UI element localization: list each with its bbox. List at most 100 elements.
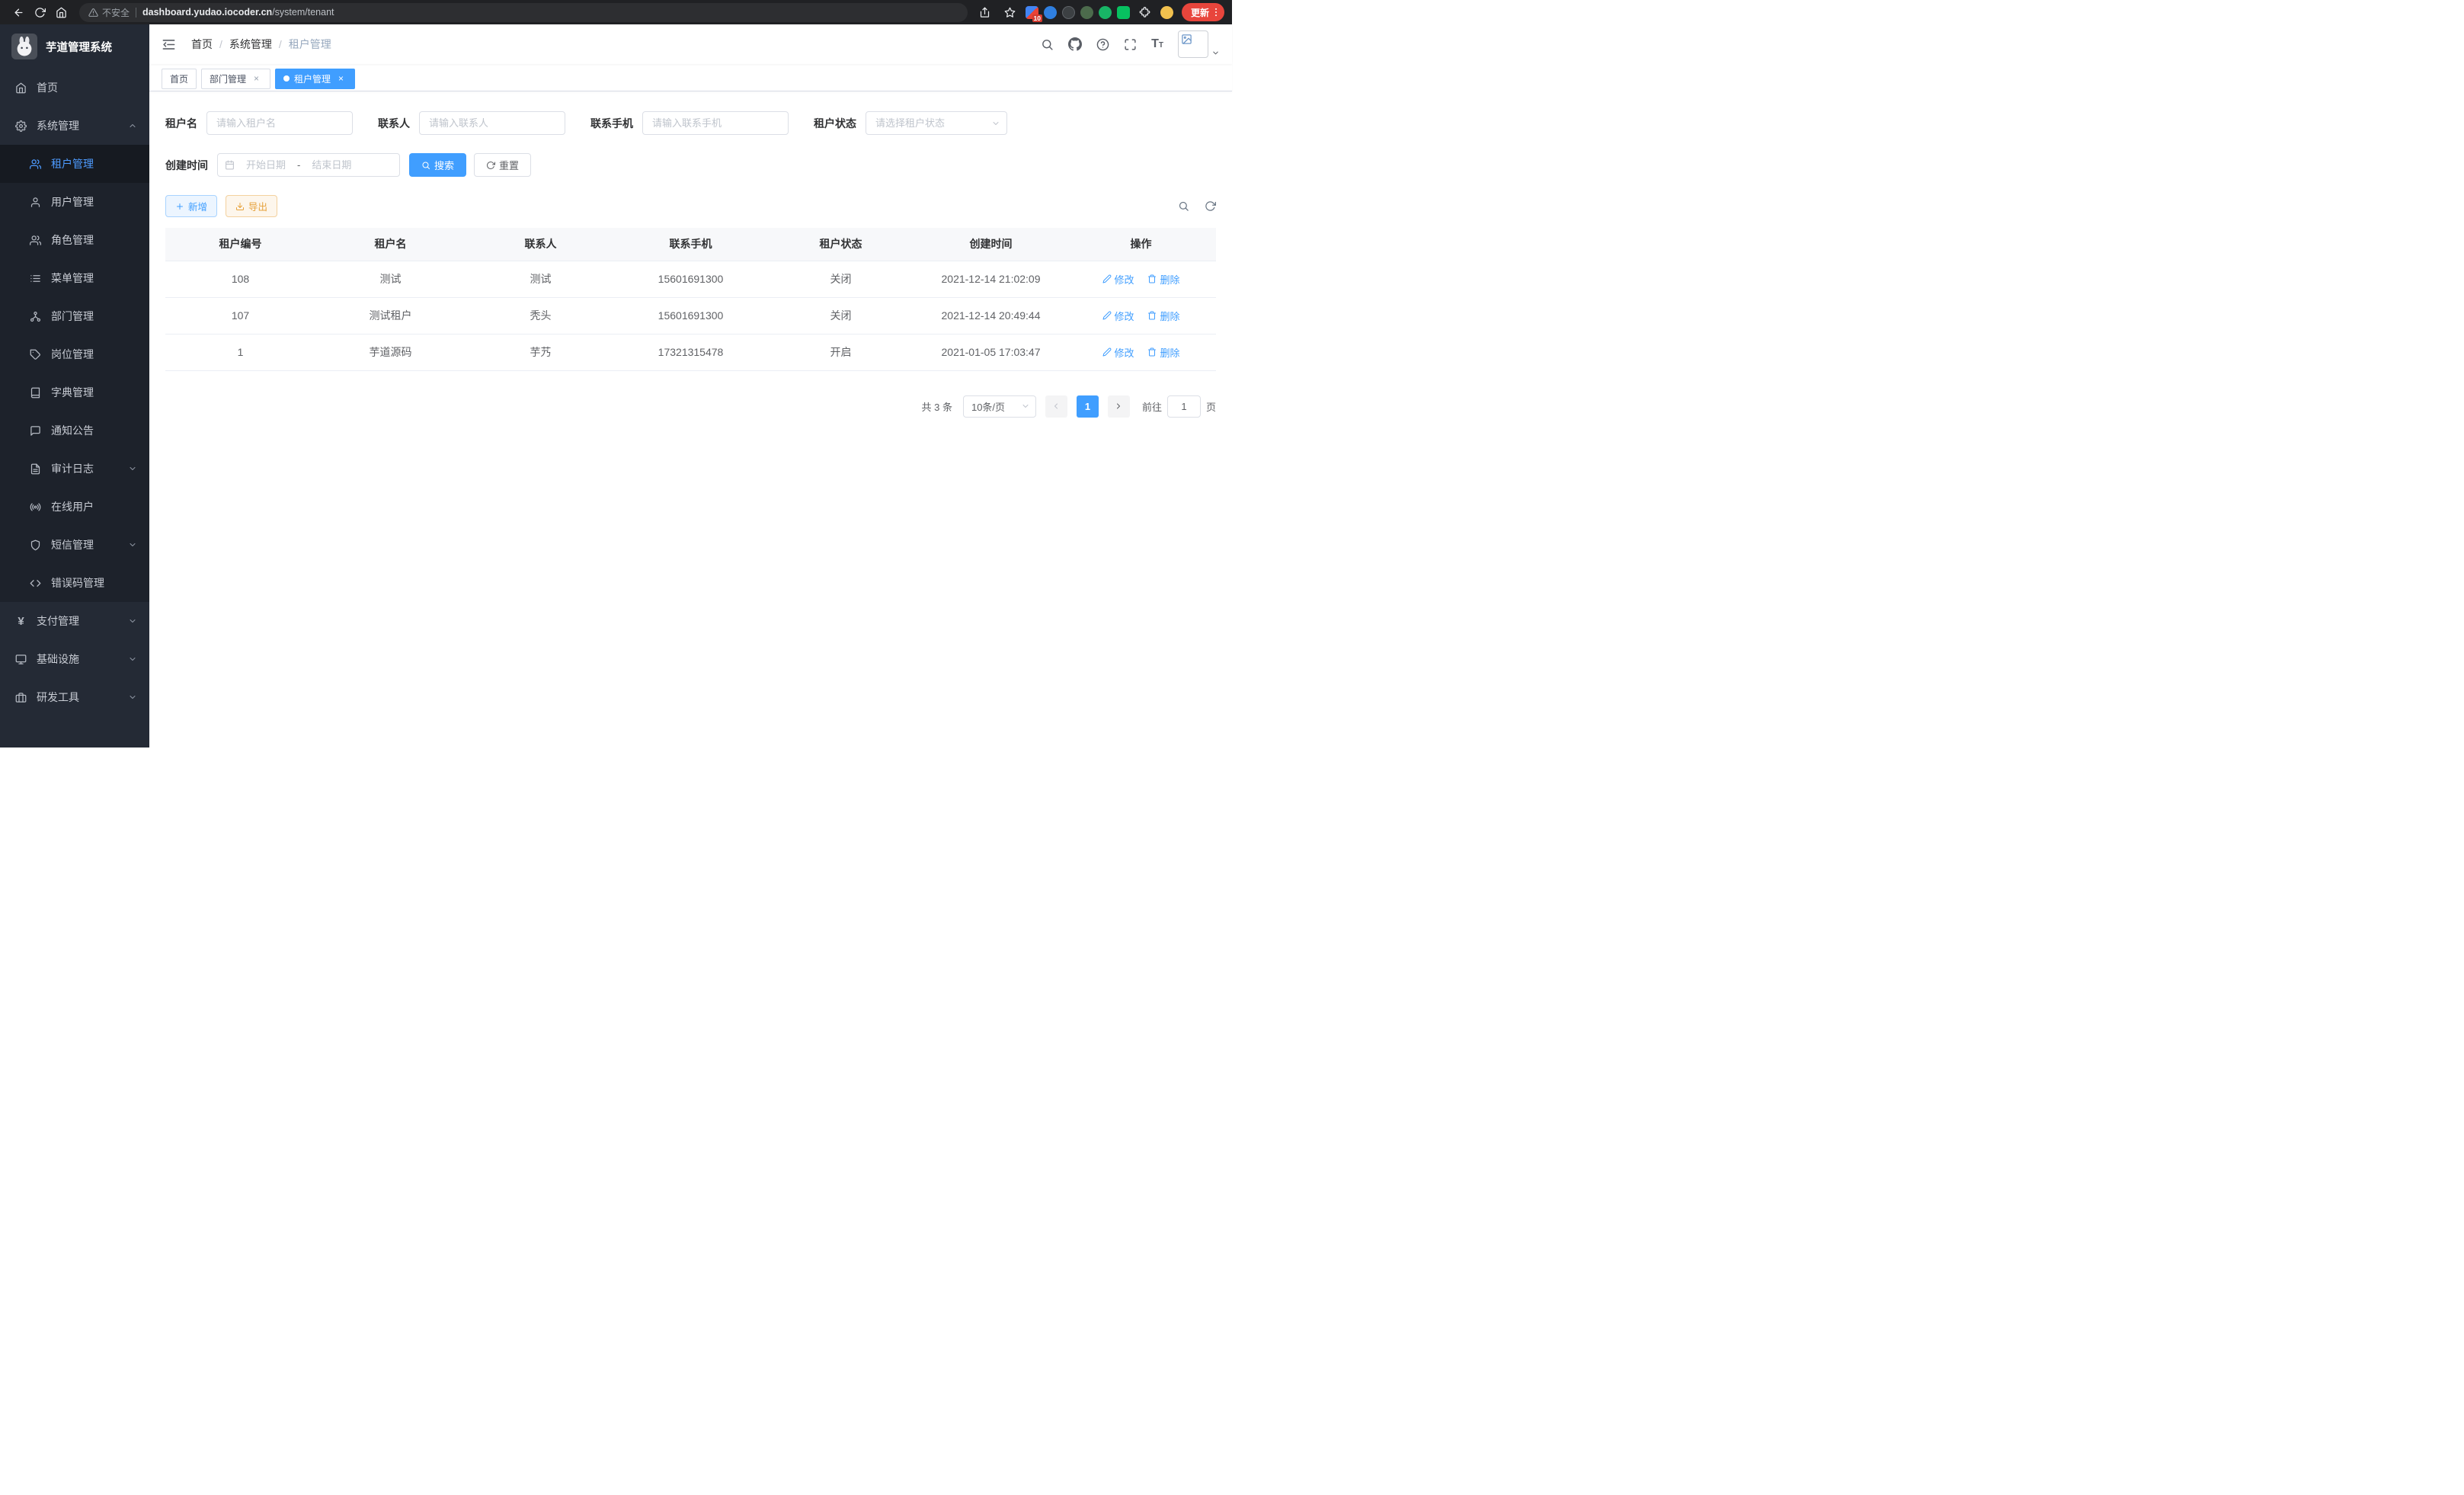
sidebar-item-online-users[interactable]: 在线用户 bbox=[0, 488, 149, 526]
status-select-input[interactable] bbox=[866, 111, 1007, 135]
sidebar-toggle-icon[interactable] bbox=[162, 36, 178, 53]
help-icon[interactable] bbox=[1096, 38, 1109, 51]
edit-button[interactable]: 修改 bbox=[1102, 309, 1134, 323]
delete-button[interactable]: 删除 bbox=[1147, 309, 1179, 323]
header-search-icon[interactable] bbox=[1041, 38, 1054, 51]
filter-form: 租户名 联系人 联系手机 租户状态 bbox=[165, 91, 1216, 177]
chevron-down-icon bbox=[128, 616, 137, 626]
table-toolbar: 新增 导出 bbox=[165, 195, 1216, 217]
prev-page-button[interactable] bbox=[1045, 395, 1067, 418]
extension-icon-chat[interactable] bbox=[1117, 6, 1130, 19]
code-icon bbox=[30, 578, 41, 589]
tab-home[interactable]: 首页 bbox=[162, 69, 197, 89]
fullscreen-icon[interactable] bbox=[1124, 38, 1137, 51]
refresh-table-icon[interactable] bbox=[1205, 200, 1216, 212]
tab-label: 部门管理 bbox=[210, 72, 246, 85]
add-button[interactable]: 新增 bbox=[165, 195, 217, 217]
sidebar-item-notice[interactable]: 通知公告 bbox=[0, 411, 149, 450]
export-button[interactable]: 导出 bbox=[226, 195, 277, 217]
search-button[interactable]: 搜索 bbox=[409, 153, 466, 177]
extension-icon-dark[interactable] bbox=[1062, 6, 1075, 19]
date-end-input[interactable] bbox=[303, 159, 360, 171]
page-suffix-label: 页 bbox=[1206, 399, 1216, 414]
pagination-goto: 前往 页 bbox=[1142, 395, 1216, 418]
page-size-select[interactable]: 10条/页 bbox=[963, 395, 1036, 418]
phone-label: 联系手机 bbox=[590, 116, 633, 131]
sidebar-item-post[interactable]: 岗位管理 bbox=[0, 335, 149, 373]
status-label: 租户状态 bbox=[814, 116, 856, 131]
security-indicator[interactable]: 不安全 bbox=[88, 6, 130, 19]
sidebar-item-user[interactable]: 用户管理 bbox=[0, 183, 149, 221]
sidebar-item-home[interactable]: 首页 bbox=[0, 69, 149, 107]
breadcrumb-home[interactable]: 首页 bbox=[191, 37, 213, 52]
tab-tenant[interactable]: 租户管理 × bbox=[275, 69, 355, 89]
status-select[interactable] bbox=[866, 111, 1007, 135]
browser-update-button[interactable]: 更新 bbox=[1182, 3, 1224, 21]
profile-avatar-icon[interactable] bbox=[1160, 6, 1173, 19]
next-page-button[interactable] bbox=[1108, 395, 1130, 418]
sidebar-item-role[interactable]: 角色管理 bbox=[0, 221, 149, 259]
date-start-input[interactable] bbox=[238, 159, 294, 171]
browser-refresh-button[interactable] bbox=[29, 2, 50, 22]
sidebar-item-error-code[interactable]: 错误码管理 bbox=[0, 564, 149, 602]
sidebar-item-label: 租户管理 bbox=[51, 156, 94, 171]
sidebar-item-system[interactable]: 系统管理 bbox=[0, 107, 149, 145]
caret-down-icon[interactable] bbox=[1211, 49, 1220, 58]
org-tree-icon bbox=[30, 311, 41, 322]
date-range-picker[interactable]: - bbox=[217, 153, 400, 177]
share-icon[interactable] bbox=[975, 2, 995, 22]
sidebar-logo[interactable]: 芋道管理系统 bbox=[0, 24, 149, 69]
sidebar-item-audit-log[interactable]: 审计日志 bbox=[0, 450, 149, 488]
page-number-button[interactable]: 1 bbox=[1077, 395, 1099, 418]
browser-back-button[interactable] bbox=[8, 2, 29, 22]
filter-tenant-name: 租户名 bbox=[165, 111, 353, 135]
home-icon bbox=[15, 82, 27, 94]
close-icon[interactable]: × bbox=[335, 73, 347, 85]
sidebar-item-infra[interactable]: 基础设施 bbox=[0, 640, 149, 678]
sidebar-item-dept[interactable]: 部门管理 bbox=[0, 297, 149, 335]
goto-page-input[interactable] bbox=[1167, 395, 1201, 418]
sidebar-item-dev-tools[interactable]: 研发工具 bbox=[0, 678, 149, 716]
toggle-search-icon[interactable] bbox=[1178, 200, 1189, 212]
reset-button[interactable]: 重置 bbox=[474, 153, 531, 177]
chevron-right-icon bbox=[1114, 402, 1123, 411]
sidebar-item-sms[interactable]: 短信管理 bbox=[0, 526, 149, 564]
table-row: 107 测试租户 秃头 15601691300 关闭 2021-12-14 20… bbox=[165, 297, 1216, 334]
breadcrumb-current: 租户管理 bbox=[289, 37, 331, 52]
extension-icon-adblock[interactable]: 10 bbox=[1026, 6, 1038, 19]
delete-button[interactable]: 删除 bbox=[1147, 345, 1179, 360]
extension-icon-green[interactable] bbox=[1099, 6, 1112, 19]
sidebar-item-menu[interactable]: 菜单管理 bbox=[0, 259, 149, 297]
sidebar-item-dict[interactable]: 字典管理 bbox=[0, 373, 149, 411]
delete-button[interactable]: 删除 bbox=[1147, 272, 1179, 287]
edit-button[interactable]: 修改 bbox=[1102, 345, 1134, 360]
breadcrumb-system[interactable]: 系统管理 bbox=[229, 37, 272, 52]
sidebar-item-label: 错误码管理 bbox=[51, 575, 104, 591]
font-size-icon[interactable]: TT bbox=[1151, 38, 1163, 50]
browser-menu-icon[interactable] bbox=[1211, 7, 1221, 18]
sidebar-item-payment[interactable]: ¥ 支付管理 bbox=[0, 602, 149, 640]
extension-icon-blue[interactable] bbox=[1044, 6, 1057, 19]
close-icon[interactable]: × bbox=[251, 73, 262, 85]
contact-input[interactable] bbox=[419, 111, 565, 135]
bookmark-star-icon[interactable] bbox=[1000, 2, 1020, 22]
browser-home-button[interactable] bbox=[50, 2, 72, 22]
github-icon[interactable] bbox=[1068, 37, 1082, 51]
user-avatar-menu[interactable] bbox=[1178, 30, 1220, 58]
table-header-row: 租户编号 租户名 联系人 联系手机 租户状态 创建时间 操作 bbox=[165, 228, 1216, 261]
filter-status: 租户状态 bbox=[814, 111, 1007, 135]
extensions-puzzle-icon[interactable] bbox=[1135, 2, 1155, 22]
edit-button[interactable]: 修改 bbox=[1102, 272, 1134, 287]
sidebar-item-tenant[interactable]: 租户管理 bbox=[0, 145, 149, 183]
create-time-label: 创建时间 bbox=[165, 158, 208, 173]
message-icon bbox=[30, 425, 41, 437]
tab-dept[interactable]: 部门管理 × bbox=[201, 69, 270, 89]
screen: 不安全 dashboard.yudao.iocoder.cn/system/te… bbox=[0, 0, 1232, 748]
navbar-right: TT bbox=[1041, 30, 1220, 58]
address-bar[interactable]: 不安全 dashboard.yudao.iocoder.cn/system/te… bbox=[79, 3, 968, 22]
avatar[interactable] bbox=[1178, 30, 1208, 58]
phone-input[interactable] bbox=[642, 111, 789, 135]
tag-icon bbox=[30, 349, 41, 360]
tenant-name-input[interactable] bbox=[206, 111, 353, 135]
extension-icon-darkgreen[interactable] bbox=[1080, 6, 1093, 19]
